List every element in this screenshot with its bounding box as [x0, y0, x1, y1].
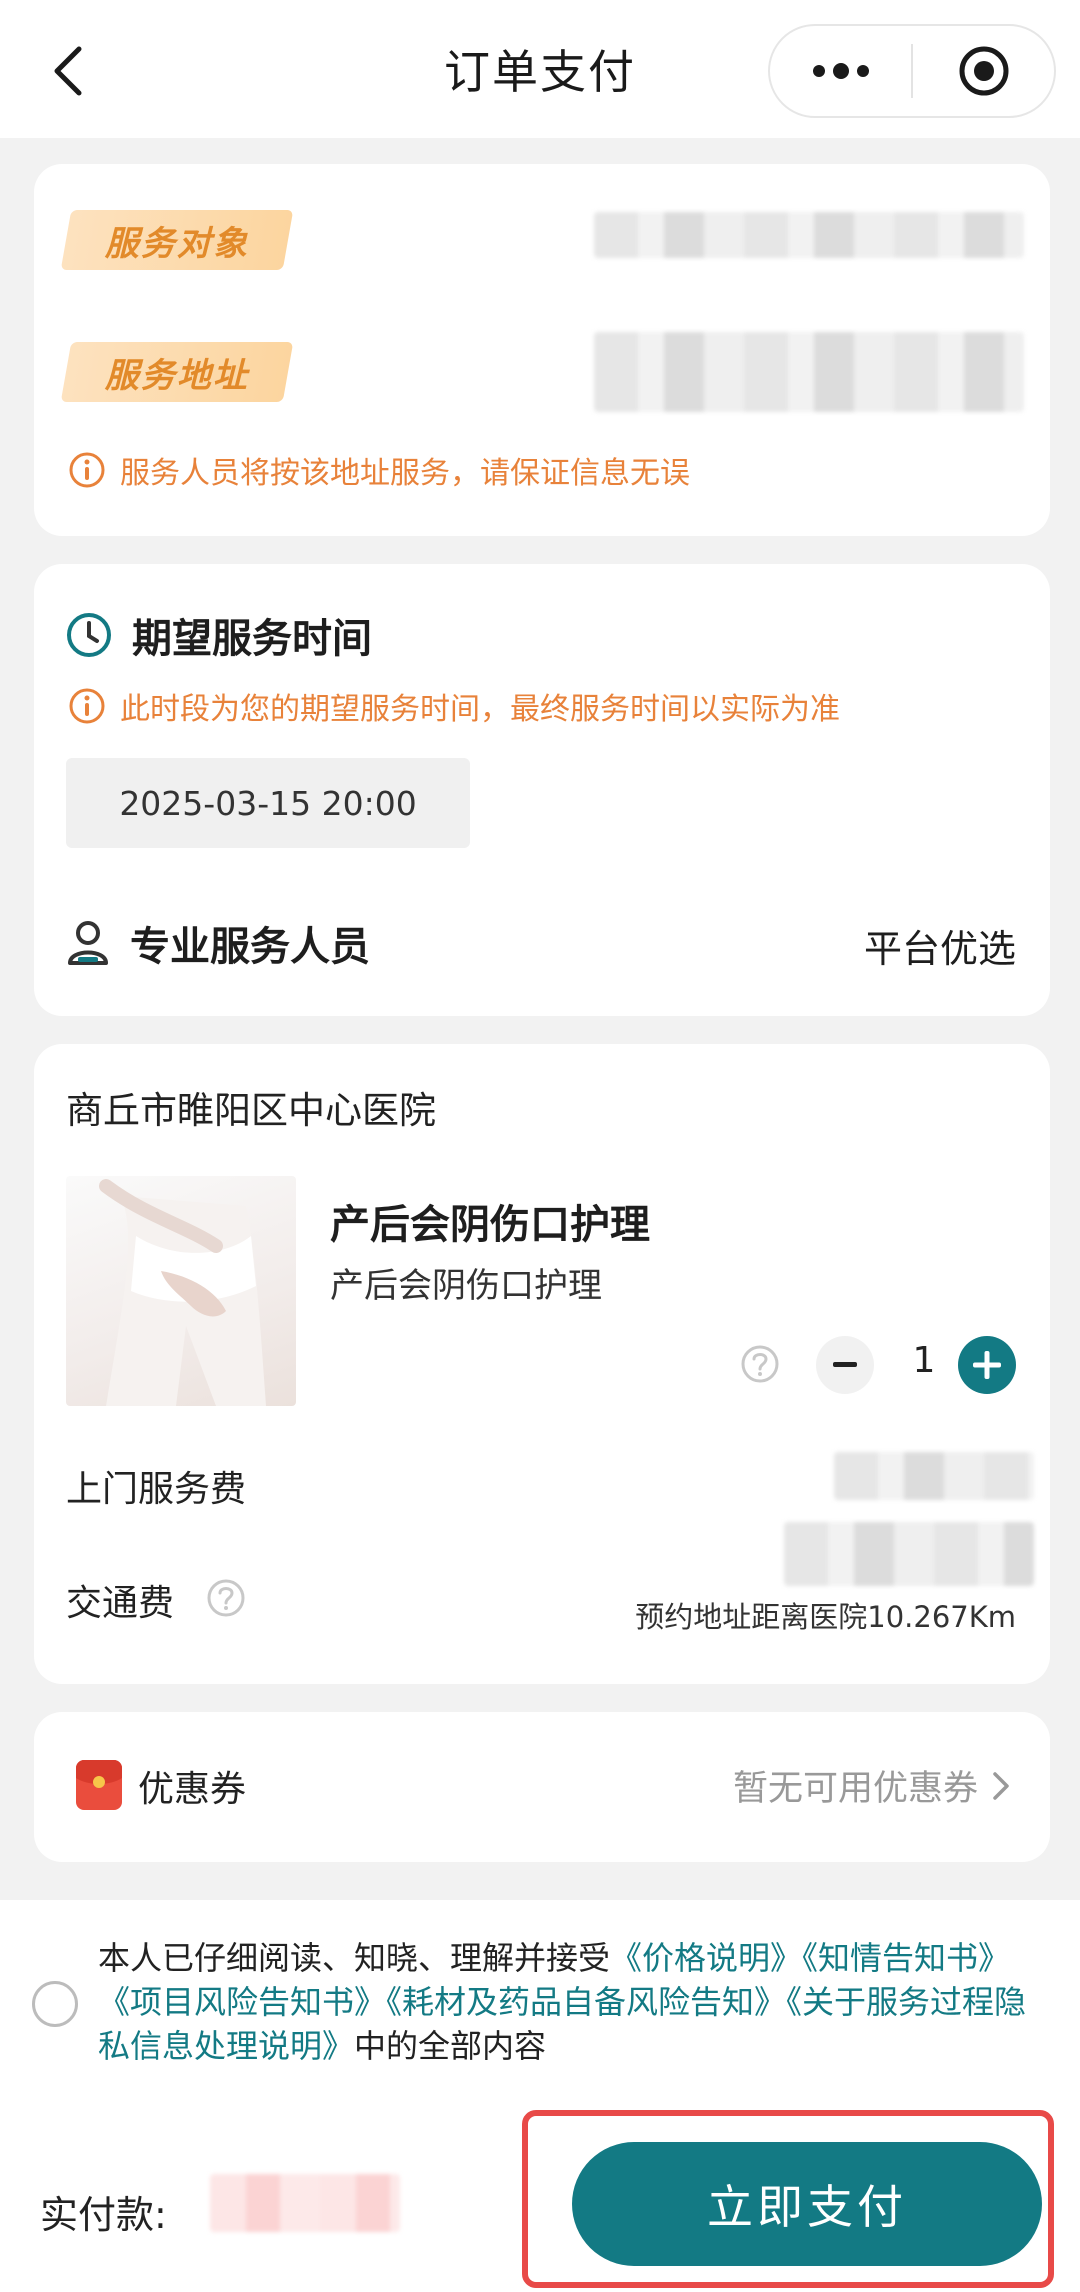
distance-note: 预约地址距离医院10.267Km: [635, 1600, 1016, 1634]
service-fee-value: [834, 1452, 1034, 1500]
schedule-card: 期望服务时间 此时段为您的期望服务时间，最终服务时间以实际为准 2025-03-…: [34, 564, 1050, 1016]
service-target-value: [594, 212, 1024, 258]
agreement-checkbox[interactable]: [32, 1981, 78, 2027]
quantity-increase-button[interactable]: [958, 1336, 1016, 1394]
hospital-name: 商丘市睢阳区中心医院: [66, 1089, 436, 1132]
service-info-card: 服务对象 服务地址 服务人员将按该地址服务，请保证信息无误: [34, 164, 1050, 536]
minus-icon: [833, 1362, 857, 1367]
staff-value[interactable]: 平台优选: [864, 918, 1016, 973]
service-address-value[interactable]: [594, 332, 1024, 412]
quantity-help-icon[interactable]: [740, 1344, 780, 1384]
chevron-right-icon: [993, 1771, 1009, 1800]
top-nav-bar: 订单支付: [0, 0, 1080, 138]
service-address-tag: 服务地址: [60, 342, 294, 402]
coupon-card[interactable]: 优惠券 暂无可用优惠券: [34, 1712, 1050, 1862]
order-card: 商丘市睢阳区中心医院 产后会阴伤口护理 产后会阴伤口护理 1 上门服务费 交通费: [34, 1044, 1050, 1684]
product-name: 产后会阴伤口护理: [330, 1202, 650, 1248]
address-notice: 服务人员将按该地址服务，请保证信息无误: [68, 448, 690, 492]
more-dots-icon: [812, 63, 869, 79]
clock-icon: [67, 613, 111, 657]
more-options-button[interactable]: [770, 26, 911, 116]
back-button[interactable]: [36, 36, 100, 106]
chevron-left-icon: [54, 46, 82, 96]
info-icon: [69, 452, 105, 488]
pay-amount-value: [210, 2174, 400, 2232]
service-fee-label: 上门服务费: [66, 1469, 247, 1510]
product-subtitle: 产后会阴伤口护理: [330, 1266, 602, 1306]
plus-icon: [973, 1351, 1001, 1379]
coupon-label: 优惠券: [138, 1769, 247, 1810]
service-time-selector[interactable]: 2025-03-15 20:00: [66, 758, 470, 848]
pay-amount-label: 实付款:: [40, 2193, 167, 2237]
agreement-section: 本人已仔细阅读、知晓、理解并接受《价格说明》《知情告知书》《项目风险告知书》《耗…: [0, 1900, 1080, 2110]
traffic-fee-help-icon[interactable]: [206, 1578, 246, 1618]
project-risk-link[interactable]: 《项目风险告知书》: [98, 1983, 386, 2021]
schedule-title: 期望服务时间: [66, 606, 372, 664]
coupon-value: 暂无可用优惠券: [733, 1760, 1010, 1811]
mini-program-capsule: [768, 24, 1056, 118]
agreement-text: 本人已仔细阅读、知晓、理解并接受《价格说明》《知情告知书》《项目风险告知书》《耗…: [98, 1939, 1027, 2065]
supplies-risk-link[interactable]: 《耗材及药品自备风险告知》: [386, 1983, 786, 2021]
product-illustration: [99, 1179, 266, 1406]
staff-row: 专业服务人员: [66, 914, 370, 972]
red-envelope-icon: [76, 1760, 122, 1810]
info-icon: [69, 688, 105, 724]
traffic-fee-value: [784, 1522, 1034, 1586]
coupon-icon-shape: [76, 1760, 122, 1788]
informed-notice-link[interactable]: 《知情告知书》: [802, 1939, 1010, 1977]
close-mini-program-button[interactable]: [913, 26, 1054, 116]
quantity-decrease-button[interactable]: [816, 1336, 874, 1394]
quantity-value: 1: [912, 1340, 936, 1381]
person-icon: [68, 921, 108, 965]
service-target-tag: 服务对象: [60, 210, 294, 270]
pay-now-button[interactable]: 立即支付: [572, 2142, 1042, 2266]
price-explanation-link[interactable]: 《价格说明》: [610, 1939, 802, 1977]
target-icon: [959, 46, 1008, 96]
question-icon: [741, 1345, 779, 1383]
schedule-notice: 此时段为您的期望服务时间，最终服务时间以实际为准: [68, 684, 840, 728]
traffic-fee-label: 交通费: [66, 1583, 175, 1624]
product-image: [66, 1176, 296, 1406]
